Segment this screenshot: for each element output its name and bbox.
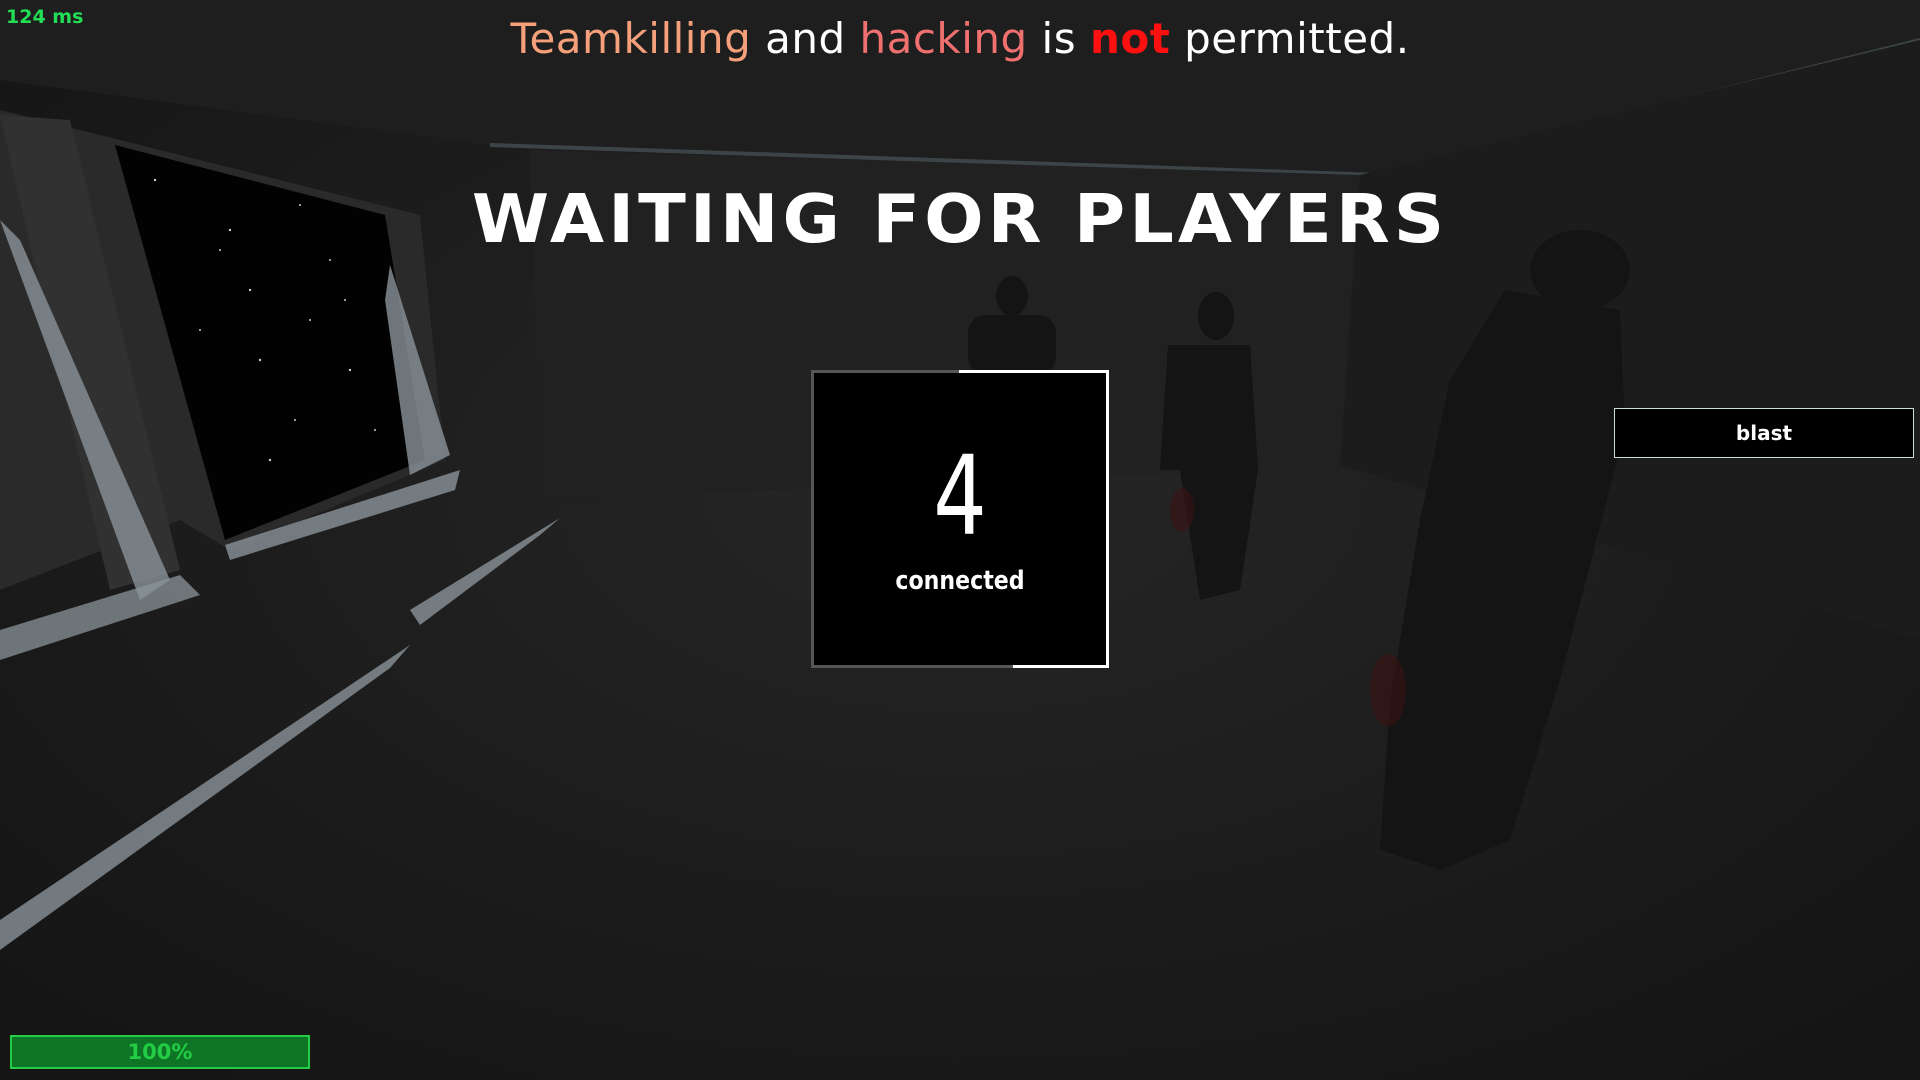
rules-word-and: and: [751, 14, 860, 63]
player-name-tag: blast: [1614, 408, 1914, 458]
lobby-title: WAITING FOR PLAYERS: [471, 180, 1449, 258]
rules-word-is: is: [1027, 14, 1090, 63]
connected-counter-panel: 4 connected: [811, 370, 1109, 668]
panel-border-highlight: [959, 370, 1109, 373]
loading-progress-text: 100%: [127, 1040, 193, 1064]
loading-progress-bar: 100%: [10, 1035, 310, 1069]
connected-count: 4: [933, 432, 987, 560]
rules-word-teamkilling: Teamkilling: [510, 14, 752, 63]
rules-banner: Teamkilling and hacking is not permitted…: [0, 14, 1920, 63]
panel-border-highlight: [1106, 370, 1109, 668]
panel-border-highlight: [1013, 665, 1109, 668]
rules-word-hacking: hacking: [859, 14, 1028, 63]
rules-word-permitted: permitted.: [1170, 14, 1410, 63]
rules-word-not: not: [1089, 14, 1171, 63]
connected-label: connected: [895, 566, 1025, 596]
